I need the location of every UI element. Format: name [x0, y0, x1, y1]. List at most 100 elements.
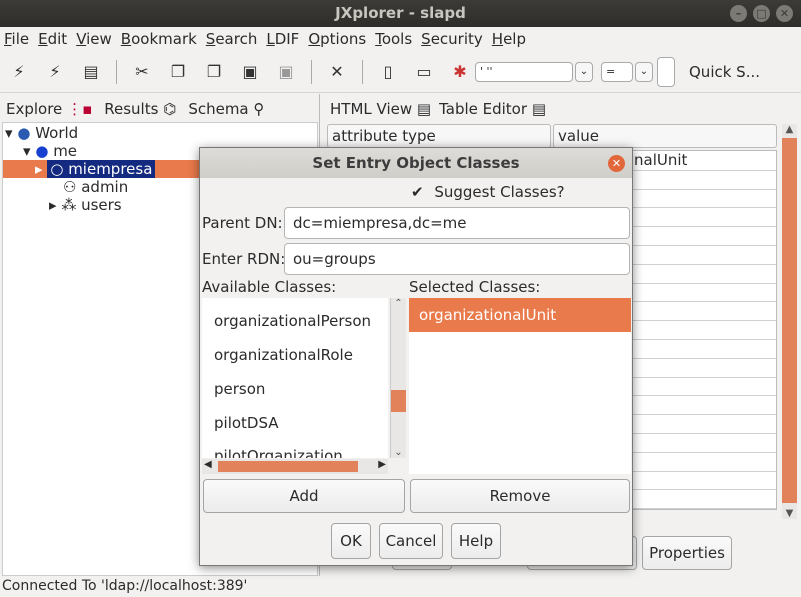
available-classes-list[interactable]: organizationalPerson organizationalRole … [202, 298, 388, 458]
expand-arrow-icon[interactable]: ▾ [5, 124, 13, 142]
tab-schema[interactable]: Schema ⚲ [188, 100, 264, 118]
parent-dn-label: Parent DN: [202, 214, 283, 232]
list-item[interactable]: person [214, 379, 265, 399]
paste-alias-icon[interactable]: ▣ [275, 61, 297, 83]
check-icon: ✔ [411, 183, 424, 201]
menu-help[interactable]: Help [492, 30, 526, 48]
schema-icon: ⚲ [253, 100, 265, 118]
tab-explore[interactable]: Explore ⋮▪ [6, 100, 92, 118]
menu-security[interactable]: Security [421, 30, 483, 48]
right-tabs: HTML View ▤ Table Editor ▤ [322, 94, 801, 124]
close-icon[interactable]: ✕ [608, 155, 625, 172]
tree-node-label: ○ miempresa [47, 160, 156, 178]
table-scrollbar[interactable]: ▲ ▼ [782, 124, 797, 519]
add-button[interactable]: Add [203, 479, 405, 513]
expand-arrow-icon[interactable]: ▸ [49, 196, 57, 214]
rdn-label: Enter RDN: [202, 250, 286, 268]
tab-table-editor[interactable]: Table Editor ▤ [439, 100, 546, 118]
menu-search[interactable]: Search [206, 30, 258, 48]
toolbar-separator [362, 59, 363, 84]
quick-search-button[interactable]: Quick S... [689, 63, 760, 81]
new-icon[interactable]: ▯ [377, 61, 399, 83]
set-entry-object-classes-dialog: Set Entry Object Classes ✕ ✔ Suggest Cla… [199, 147, 633, 566]
cancel-button[interactable]: Cancel [379, 523, 443, 559]
available-list-hscroll[interactable]: ◀ ▶ [202, 459, 388, 474]
delete-icon[interactable]: ✕ [326, 61, 348, 83]
remove-button[interactable]: Remove [410, 479, 630, 513]
expand-arrow-icon[interactable]: ▾ [23, 142, 31, 160]
quick-search-operator[interactable]: = [601, 61, 633, 82]
tree-node-label: me [53, 142, 78, 160]
list-item[interactable]: pilotDSA [214, 413, 279, 433]
minimize-icon[interactable]: – [730, 5, 747, 22]
tree-node-me[interactable]: ▾ ● me [23, 142, 77, 160]
parent-dn-field[interactable]: dc=miempresa,dc=me [284, 207, 630, 239]
menu-ldif[interactable]: LDIF [266, 30, 299, 48]
table-cell-value[interactable]: nalUnit [634, 151, 687, 169]
print-icon[interactable]: ▤ [80, 61, 102, 83]
menu-options[interactable]: Options [308, 30, 366, 48]
quick-search-attribute[interactable]: ' '' [475, 61, 573, 82]
paste-icon[interactable]: ▣ [239, 61, 261, 83]
close-window-icon[interactable]: ✕ [776, 5, 793, 22]
selected-list-item[interactable]: organizationalUnit [409, 298, 631, 332]
selected-classes-list[interactable]: organizationalUnit [409, 298, 631, 474]
connect-icon[interactable]: ⚡ [8, 61, 30, 83]
column-header-value[interactable]: value [553, 124, 777, 148]
suggest-classes-checkbox[interactable]: ✔ Suggest Classes? [411, 182, 565, 202]
scroll-thumb[interactable] [391, 390, 406, 412]
copy-dn-icon[interactable]: ❐ [203, 61, 225, 83]
scroll-thumb[interactable] [218, 461, 358, 472]
tab-html-view-label: HTML View [330, 100, 413, 118]
scroll-down-icon[interactable]: ▼ [782, 508, 797, 519]
scroll-up-icon[interactable]: ⌃ [391, 298, 406, 309]
dc-icon: ● [35, 142, 49, 160]
scroll-down-icon[interactable]: ⌄ [391, 447, 406, 458]
menu-file[interactable]: File [4, 30, 29, 48]
expand-arrow-icon[interactable]: ▸ [35, 160, 43, 178]
properties-button[interactable]: Properties [642, 536, 732, 570]
list-item[interactable]: organizationalRole [214, 345, 353, 365]
tree-node-label-text: miempresa [68, 160, 153, 178]
cut-icon[interactable]: ✂ [131, 61, 153, 83]
suggest-classes-label: Suggest Classes? [434, 183, 565, 201]
list-item[interactable]: pilotOrganization [214, 446, 343, 458]
column-header-attribute[interactable]: attribute type [327, 124, 551, 148]
help-button[interactable]: Help [451, 523, 501, 559]
scroll-right-icon[interactable]: ▶ [378, 459, 386, 470]
scroll-thumb[interactable] [782, 138, 797, 503]
rename-icon[interactable]: ▭ [413, 61, 435, 83]
available-list-vscroll[interactable]: ⌃ ⌄ [390, 298, 406, 458]
tab-schema-label: Schema [188, 100, 249, 118]
menu-view[interactable]: View [76, 30, 112, 48]
tab-html-view[interactable]: HTML View ▤ [330, 100, 431, 118]
chevron-down-icon[interactable]: ⌄ [635, 61, 653, 82]
tree-node-miempresa[interactable]: ▸ ○ miempresa [3, 160, 203, 178]
tab-results[interactable]: Results ⌬ [104, 100, 176, 118]
window-titlebar: JXplorer - slapd – □ ✕ [0, 0, 801, 27]
rdn-field[interactable]: ou=groups [284, 243, 630, 275]
menu-tools[interactable]: Tools [375, 30, 412, 48]
menu-edit[interactable]: Edit [38, 30, 67, 48]
search-tool-icon: ✱ [453, 61, 467, 81]
maximize-icon[interactable]: □ [753, 5, 770, 22]
list-item[interactable]: organizationalPerson [214, 311, 371, 331]
left-tabs: Explore ⋮▪ Results ⌬ Schema ⚲ [0, 94, 319, 124]
toolbar: ⚡ ⚡ ▤ ✂ ❐ ❐ ▣ ▣ ✕ ▯ ▭ ✱ ' '' ⌄ = ⌄ Quick… [0, 51, 801, 93]
menu-bookmark[interactable]: Bookmark [121, 30, 197, 48]
toolbar-separator [311, 59, 312, 84]
dc-icon: ○ [50, 160, 64, 178]
chevron-down-icon[interactable]: ⌄ [575, 61, 593, 82]
disconnect-icon[interactable]: ⚡ [44, 61, 66, 83]
org-unit-icon: ⁂ [61, 196, 77, 214]
quick-search-value[interactable] [657, 56, 675, 87]
tree-node-label: users [81, 196, 122, 214]
table-icon: ▤ [531, 100, 546, 118]
scroll-left-icon[interactable]: ◀ [204, 459, 212, 470]
tree-node-admin[interactable]: ⚇ admin [63, 178, 128, 196]
copy-icon[interactable]: ❐ [167, 61, 189, 83]
tree-node-users[interactable]: ▸ ⁂ users [49, 196, 122, 214]
ok-button[interactable]: OK [331, 523, 371, 559]
scroll-up-icon[interactable]: ▲ [782, 124, 797, 135]
tree-node-world[interactable]: ▾ ● World [5, 124, 78, 142]
